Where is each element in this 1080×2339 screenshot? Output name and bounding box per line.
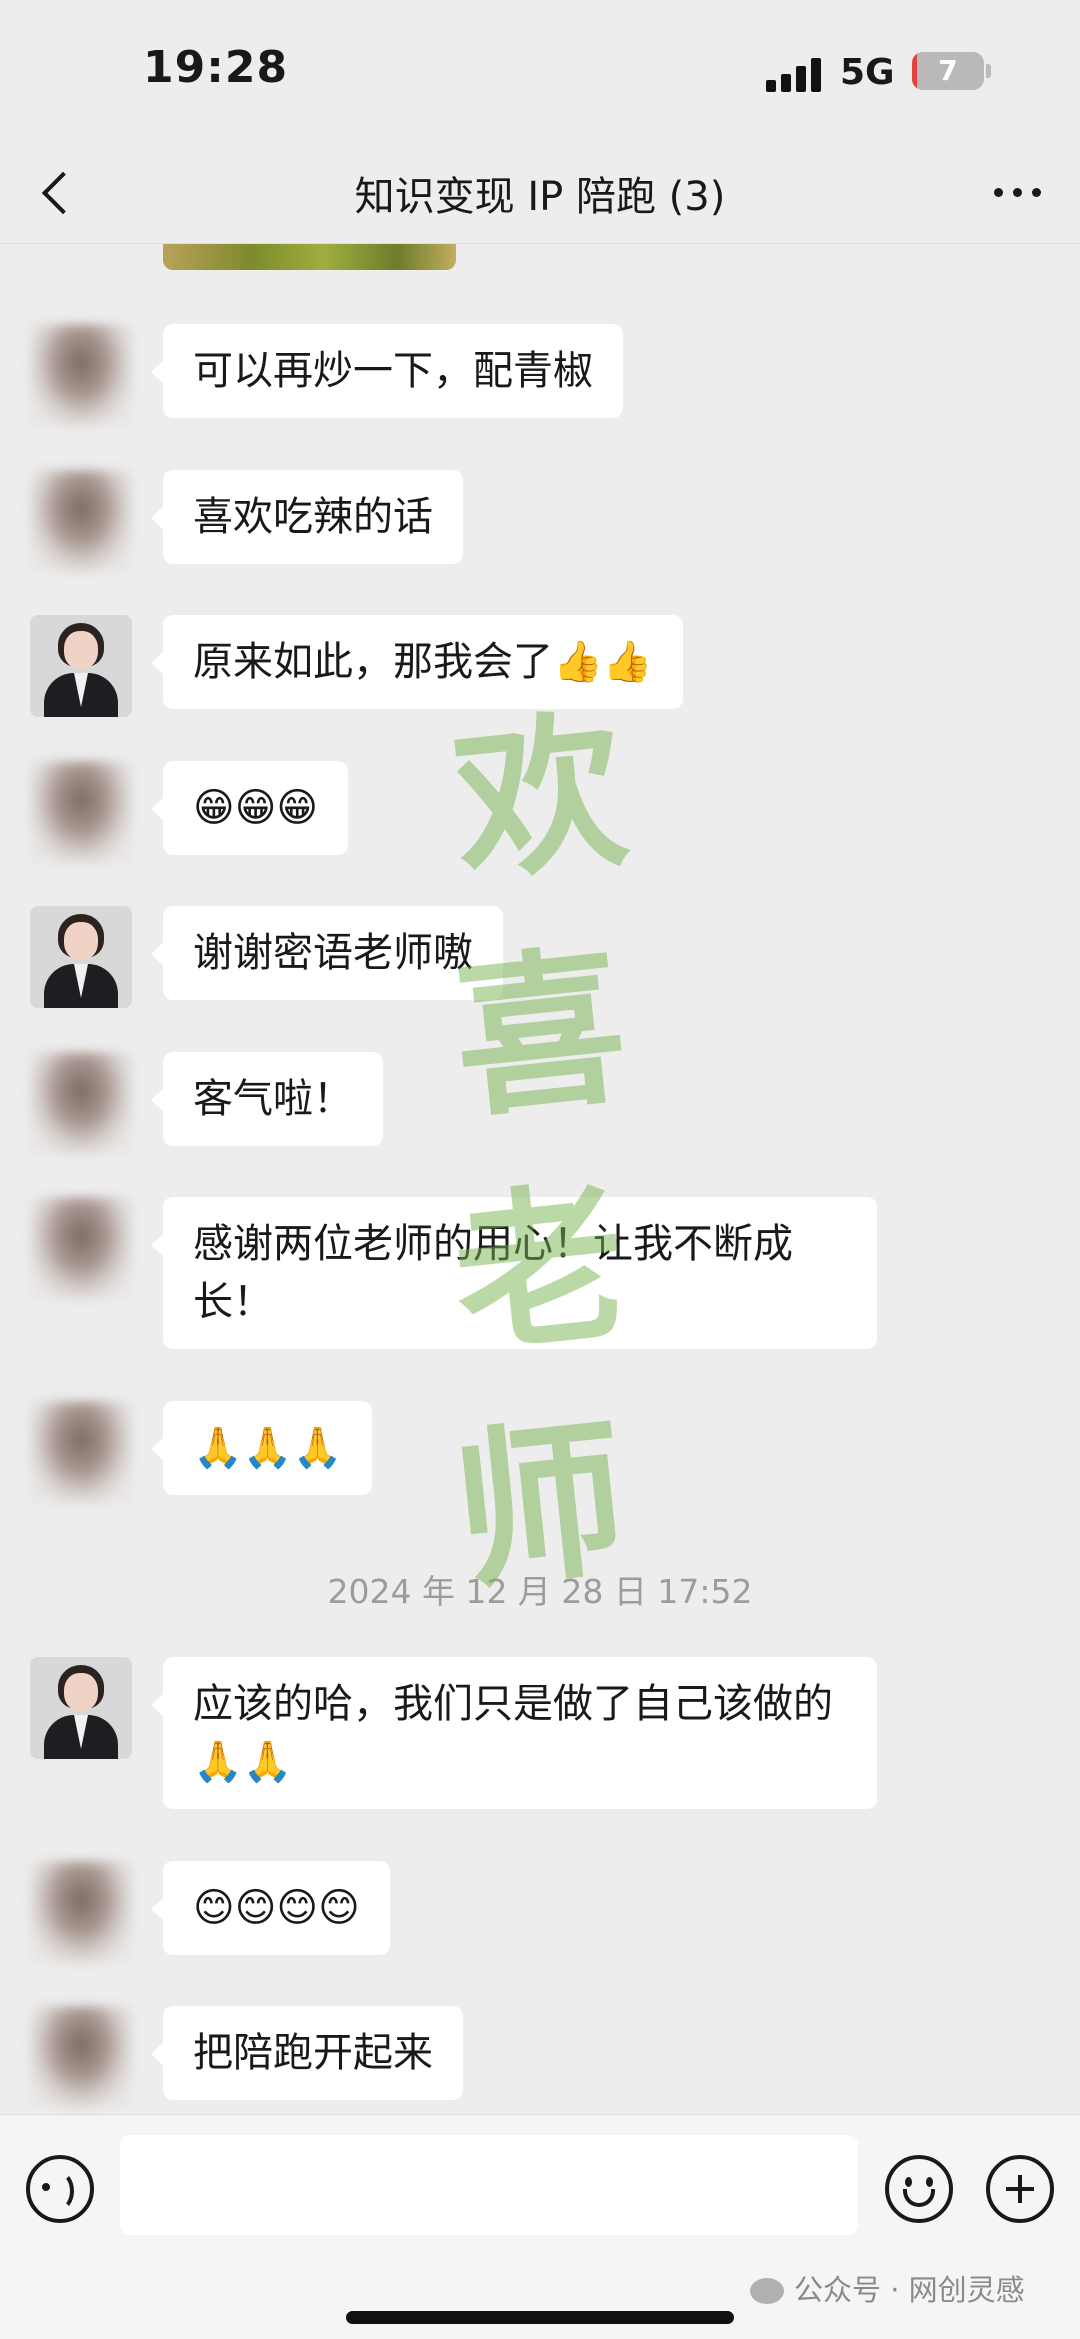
battery-level: 7: [938, 54, 958, 87]
wechat-icon: [750, 2278, 784, 2304]
battery-icon: 7: [912, 52, 984, 90]
voice-input-icon[interactable]: [26, 2155, 94, 2223]
source-watermark-text: 公众号 · 网创灵感: [794, 2273, 1025, 2307]
network-label: 5G: [840, 52, 895, 93]
emoji-icon[interactable]: [885, 2155, 953, 2223]
message-bubble[interactable]: 😁😁😁: [150, 761, 349, 855]
message-timestamp: 2024 年 12 月 28 日 17:52: [327, 1572, 753, 1611]
message-bubble[interactable]: 客气啦！: [151, 1052, 383, 1146]
chat-history[interactable]: 可以再炒一下，配青椒 喜欢吃辣的话 原来如此，那我会了👍👍 😁😁😁 谢谢密语老师…: [0, 244, 1080, 2114]
message-input[interactable]: [120, 2135, 858, 2235]
message-bubble[interactable]: 谢谢密语老师嗷: [151, 906, 503, 1000]
avatar[interactable]: [30, 1052, 132, 1154]
signal-icon: [766, 56, 824, 92]
avatar[interactable]: [30, 1861, 132, 1963]
avatar[interactable]: [30, 1657, 132, 1759]
chat-title: 知识变现 IP 陪跑 (3): [354, 174, 726, 220]
avatar[interactable]: [30, 470, 132, 572]
message-bubble[interactable]: 🙏🙏🙏: [150, 1401, 373, 1495]
home-indicator[interactable]: [346, 2311, 734, 2324]
message-bubble[interactable]: 喜欢吃辣的话: [151, 470, 463, 564]
status-bar: 19:28 5G 7: [0, 0, 1080, 140]
message-bubble[interactable]: 原来如此，那我会了👍👍: [151, 615, 683, 709]
more-options-icon[interactable]: [986, 162, 1050, 222]
message-bubble[interactable]: 把陪跑开起来: [151, 2006, 463, 2100]
avatar[interactable]: [30, 1401, 132, 1503]
avatar[interactable]: [30, 906, 132, 1008]
source-watermark: 公众号 · 网创灵感: [750, 2267, 1025, 2309]
avatar[interactable]: [30, 615, 132, 717]
food-image-message[interactable]: [163, 244, 456, 270]
message-bubble[interactable]: 可以再炒一下，配青椒: [151, 324, 623, 418]
message-bubble[interactable]: 应该的哈，我们只是做了自己该做的🙏🙏: [151, 1657, 877, 1809]
more-functions-plus-icon[interactable]: [986, 2155, 1054, 2223]
avatar[interactable]: [30, 1197, 132, 1299]
avatar[interactable]: [30, 2006, 132, 2108]
input-bar: 公众号 · 网创灵感: [0, 2114, 1080, 2339]
battery-tip: [986, 64, 991, 78]
status-time: 19:28: [143, 42, 289, 93]
message-bubble[interactable]: 感谢两位老师的用心！让我不断成长！: [151, 1197, 877, 1349]
back-button[interactable]: [30, 160, 94, 224]
message-bubble[interactable]: 😊😊😊😊: [151, 1861, 390, 1955]
avatar[interactable]: [30, 324, 132, 426]
avatar[interactable]: [30, 761, 132, 863]
nav-bar: 知识变现 IP 陪跑 (3): [0, 140, 1080, 244]
